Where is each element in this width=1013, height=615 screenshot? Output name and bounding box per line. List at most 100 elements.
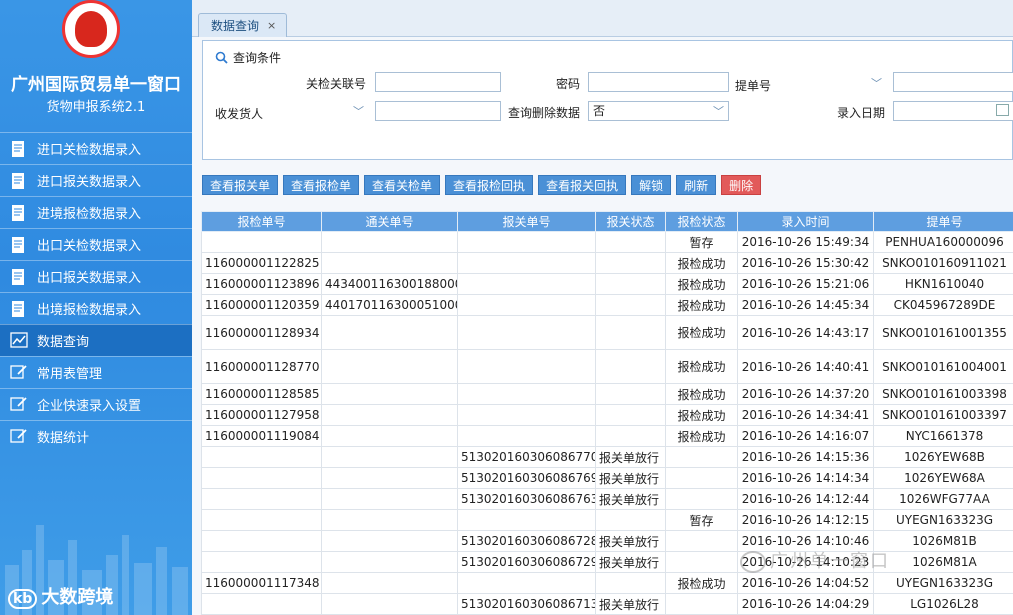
chevron-down-icon: ﹀	[713, 105, 724, 118]
toolbar-button-4[interactable]: 查看报关回执	[538, 175, 627, 195]
sidebar-item-9[interactable]: 数据统计	[0, 420, 192, 452]
table-row[interactable]: 116000001119084 报检成功 2016-10-26 14:16:07 NY…	[201, 425, 1013, 447]
sidebar-item-7[interactable]: 常用表管理	[0, 356, 192, 388]
column-header[interactable]: 录入时间	[737, 211, 874, 232]
deleted-data-select[interactable]: 否 ﹀	[588, 101, 729, 121]
chevron-down-icon[interactable]: ﹀	[353, 103, 364, 119]
sidebar-item-8[interactable]: 企业快速录入设置	[0, 388, 192, 420]
table-cell: 报检成功	[665, 273, 738, 295]
table-row[interactable]: 513020160306086728 报关单放行 2016-10-26 14:10:…	[201, 530, 1013, 552]
table-cell	[321, 509, 458, 531]
table-cell	[665, 593, 738, 615]
label-shanchu: 查询删除数据	[508, 106, 581, 120]
table-cell: 513020160306086769	[457, 467, 596, 489]
table-row[interactable]: 116000001128585 报检成功 2016-10-26 14:37:20 SN…	[201, 383, 1013, 405]
table-cell: 2016-10-26 14:43:17	[737, 315, 874, 350]
table-cell: 2016-10-26 14:45:34	[737, 294, 874, 316]
sidebar-item-label: 常用表管理	[37, 367, 103, 382]
table-cell: 116000001123896	[201, 273, 322, 295]
table-cell: 报检成功	[665, 404, 738, 426]
table-cell: UYEGN163323G	[873, 572, 1013, 594]
table-row[interactable]: 116000001128770 报检成功 2016-10-26 14:40:41 SN…	[201, 349, 1013, 384]
table-cell: 2016-10-26 15:49:34	[737, 231, 874, 253]
table-cell: 报检成功	[665, 315, 738, 350]
sidebar-item-0[interactable]: 进口关检数据录入	[0, 132, 192, 164]
table-row[interactable]: 116000001123896 443400116300188000 报检成功 201…	[201, 273, 1013, 295]
sidebar-item-label: 出口报关数据录入	[37, 271, 142, 286]
column-header[interactable]: 通关单号	[321, 211, 458, 232]
table-cell: 报关单放行	[595, 467, 666, 489]
guanjian-input[interactable]	[375, 72, 501, 92]
main-area: 数据查询 × 查询条件 关检关联号 密码 提单号 ﹀ 收发货人 ﹀ 查询删除数据…	[192, 0, 1013, 615]
chevron-down-icon[interactable]: ﹀	[871, 75, 882, 91]
toolbar-button-7[interactable]: 删除	[721, 175, 762, 195]
table-row[interactable]: 513020160306086763 报关单放行 2016-10-26 14:12:…	[201, 488, 1013, 510]
sidebar-item-label: 进口报关数据录入	[37, 175, 142, 190]
column-header[interactable]: 报检状态	[665, 211, 738, 232]
table-cell: 116000001122825	[201, 252, 322, 274]
password-input[interactable]	[588, 72, 729, 92]
sidebar-item-4[interactable]: 出口报关数据录入	[0, 260, 192, 292]
column-header[interactable]: 报关单号	[457, 211, 596, 232]
watermark-left: kb 大数跨境	[8, 583, 113, 609]
toolbar-button-1[interactable]: 查看报检单	[283, 175, 360, 195]
column-header[interactable]: 报关状态	[595, 211, 666, 232]
tab-data-query[interactable]: 数据查询 ×	[198, 13, 288, 37]
table-cell: 暂存	[665, 231, 738, 253]
table-cell: 暂存	[665, 509, 738, 531]
table-cell	[595, 404, 666, 426]
tidan-input[interactable]	[893, 72, 1013, 92]
table-cell: 1026M81B	[873, 530, 1013, 552]
table-cell	[321, 446, 458, 468]
toolbar-button-3[interactable]: 查看报检回执	[445, 175, 534, 195]
sidebar-item-6[interactable]: 数据查询	[0, 324, 192, 356]
table-row[interactable]: 暂存 2016-10-26 15:49:34 PENHUA160000096	[201, 231, 1013, 253]
consignee-input[interactable]	[375, 101, 501, 121]
sidebar-item-label: 进口关检数据录入	[37, 143, 142, 158]
table-row[interactable]: 513020160306086729 报关单放行 2016-10-26 14:10:…	[201, 551, 1013, 573]
entry-date-input[interactable]	[893, 101, 1013, 121]
close-icon[interactable]: ×	[267, 19, 276, 32]
table-row[interactable]: 513020160306086769 报关单放行 2016-10-26 14:14:…	[201, 467, 1013, 489]
toolbar-button-0[interactable]: 查看报关单	[202, 175, 279, 195]
table-cell: 2016-10-26 15:30:42	[737, 252, 874, 274]
table-cell: 443400116300188000	[321, 273, 458, 295]
calendar-icon[interactable]	[996, 104, 1009, 116]
table-row[interactable]: 116000001122825 报检成功 2016-10-26 15:30:42 SN…	[201, 252, 1013, 274]
table-cell	[595, 231, 666, 253]
table-row[interactable]: 暂存 2016-10-26 14:12:15 UYEGN163323G	[201, 509, 1013, 531]
sidebar-item-1[interactable]: 进口报关数据录入	[0, 164, 192, 196]
table-row[interactable]: 116000001127958 报检成功 2016-10-26 14:34:41 SN…	[201, 404, 1013, 426]
table-row[interactable]: 513020160306086770 报关单放行 2016-10-26 14:15:…	[201, 446, 1013, 468]
label-tidan: 提单号	[735, 79, 772, 93]
table-row[interactable]: 513020160306086713 报关单放行 2016-10-26 14:04:…	[201, 593, 1013, 615]
sidebar-item-label: 企业快速录入设置	[37, 399, 142, 414]
sidebar-item-label: 出口关检数据录入	[37, 239, 142, 254]
table-cell: 513020160306086713	[457, 593, 596, 615]
table-cell: 116000001128585	[201, 383, 322, 405]
sidebar-item-2[interactable]: 进境报检数据录入	[0, 196, 192, 228]
table-cell: 报关单放行	[595, 593, 666, 615]
table-row[interactable]: 116000001128934 报检成功 2016-10-26 14:43:17 SN…	[201, 315, 1013, 350]
column-header[interactable]: 提单号	[873, 211, 1013, 232]
line-chart-icon	[10, 331, 28, 350]
table-cell: SNKO010161003398	[873, 383, 1013, 405]
table-cell: 116000001127958	[201, 404, 322, 426]
toolbar-button-6[interactable]: 刷新	[676, 175, 717, 195]
sidebar-item-5[interactable]: 出境报检数据录入	[0, 292, 192, 324]
table-header-row: 报检单号 通关单号 报关单号 报关状态 报检状态 录入时间 提单号	[201, 211, 1013, 232]
table-cell	[321, 572, 458, 594]
table-cell	[665, 551, 738, 573]
table-cell	[321, 349, 458, 384]
toolbar-button-5[interactable]: 解锁	[631, 175, 672, 195]
table-cell: 513020160306086763	[457, 488, 596, 510]
table-row[interactable]: 116000001117348 报检成功 2016-10-26 14:04:52 UY…	[201, 572, 1013, 594]
toolbar-button-2[interactable]: 查看关检单	[364, 175, 441, 195]
column-header[interactable]: 报检单号	[201, 211, 322, 232]
table-cell	[201, 509, 322, 531]
table-row[interactable]: 116000001120359 440170116300051000 报检成功 201…	[201, 294, 1013, 316]
sidebar-item-3[interactable]: 出口关检数据录入	[0, 228, 192, 260]
label-luru: 录入日期	[837, 106, 886, 120]
table-cell: 513020160306086770	[457, 446, 596, 468]
table-cell	[201, 488, 322, 510]
